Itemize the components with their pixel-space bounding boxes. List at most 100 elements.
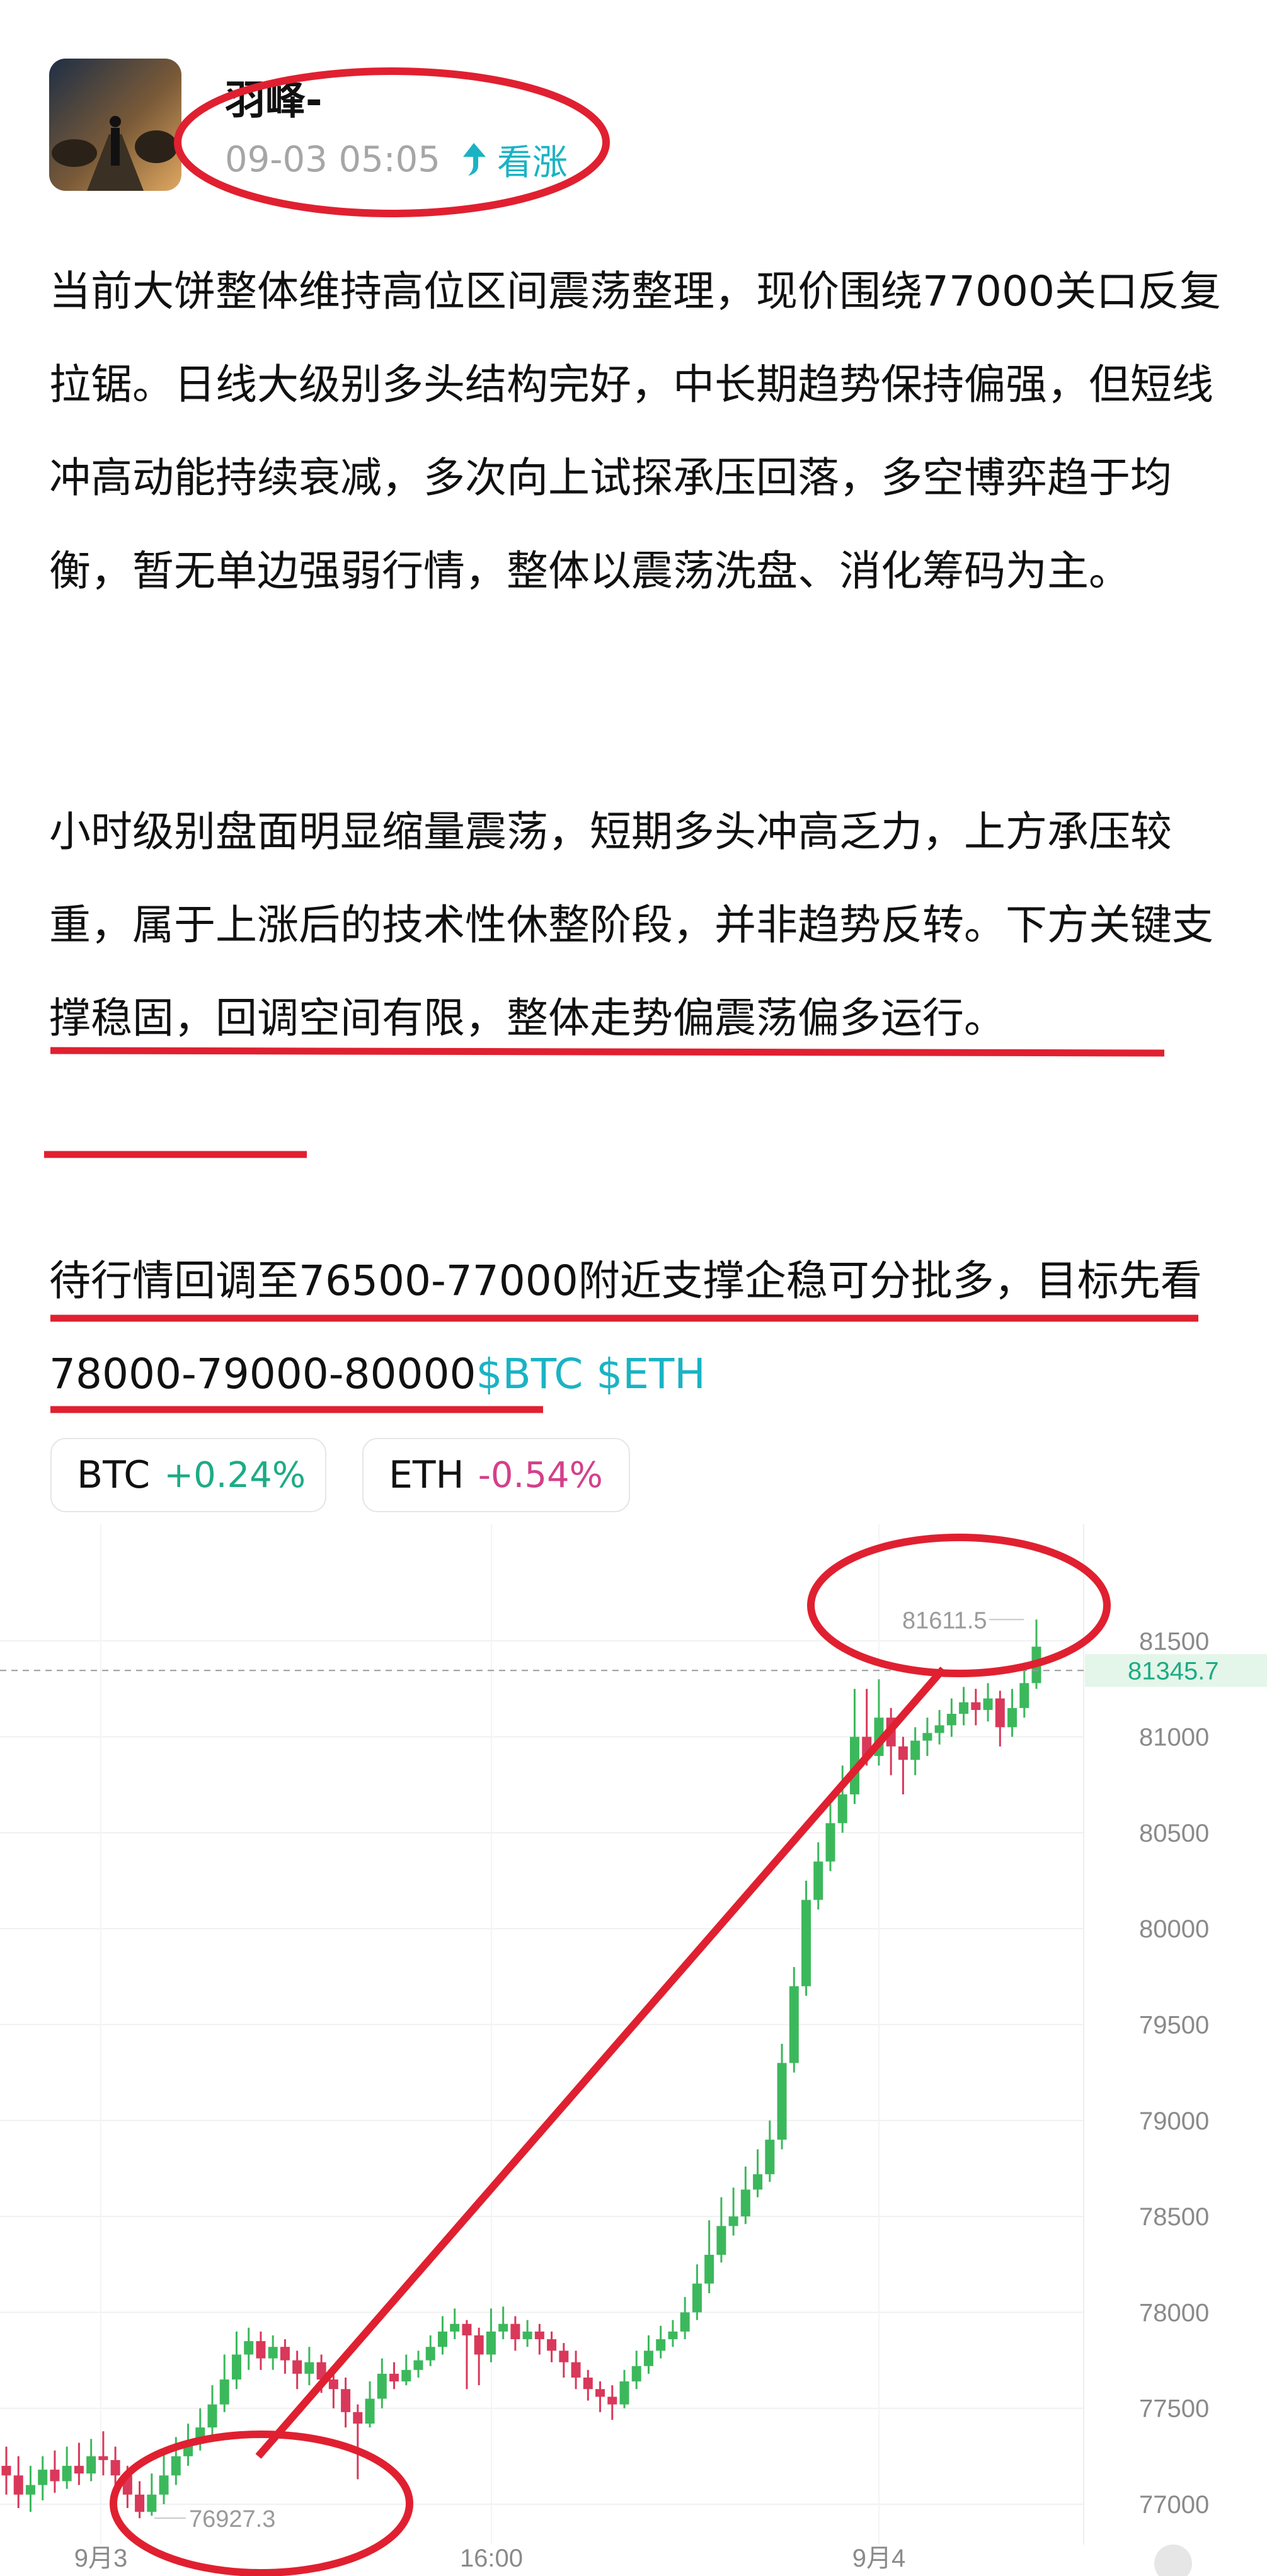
candle-body xyxy=(656,2339,666,2351)
candle-body xyxy=(62,2466,72,2482)
candle-body xyxy=(510,2323,520,2340)
candle-body xyxy=(244,2341,254,2355)
candle-body xyxy=(765,2140,775,2175)
candle-body xyxy=(498,2323,508,2332)
candle-body xyxy=(292,2360,302,2374)
post-time: 09-03 05:05 xyxy=(225,139,440,180)
paragraph-3: 待行情回调至76500-77000附近支撑企稳可分批多，目标先看78000-79… xyxy=(49,1234,1221,1421)
y-tick-label: 79000 xyxy=(1139,2107,1209,2135)
low-price-label: 76927.3 xyxy=(189,2506,275,2533)
candle-body xyxy=(25,2485,35,2495)
candle-body xyxy=(534,2331,544,2340)
candle-body xyxy=(886,1718,896,1747)
candle-body xyxy=(50,2470,60,2482)
candle-body xyxy=(983,1698,993,1710)
candle-body xyxy=(777,2063,787,2140)
candle-body xyxy=(837,1794,847,1823)
candle-body xyxy=(401,2369,411,2382)
candle-body xyxy=(1,2466,11,2476)
eth-chip[interactable]: ETH -0.54% xyxy=(362,1438,630,1512)
y-tick-label: 81500 xyxy=(1139,1627,1209,1655)
candle-body xyxy=(1031,1646,1041,1684)
candle-body xyxy=(849,1736,859,1794)
candle-body xyxy=(1007,1707,1018,1728)
candle-body xyxy=(304,2362,314,2374)
candle-body xyxy=(946,1714,956,1726)
candle-body xyxy=(571,2362,581,2378)
candle-body xyxy=(643,2351,653,2366)
candle-body xyxy=(813,1861,823,1900)
high-price-label: 81611.5 xyxy=(902,1607,987,1634)
y-tick-label: 77000 xyxy=(1139,2491,1209,2519)
candle-body xyxy=(365,2398,375,2424)
eth-change: -0.54% xyxy=(478,1454,603,1496)
candle-body xyxy=(753,2174,763,2190)
candle-body xyxy=(607,2396,617,2405)
price-chart[interactable]: 77000 77500 78000 78500 79000 79500 80000 80500… xyxy=(0,1524,1267,2576)
btc-chip[interactable]: BTC +0.24% xyxy=(50,1438,326,1512)
y-tick-label: 78500 xyxy=(1139,2203,1209,2231)
avatar[interactable] xyxy=(49,59,181,191)
post-meta: 09-03 05:05 看涨 xyxy=(225,137,568,183)
candle-body xyxy=(13,2475,23,2495)
candle-body xyxy=(583,2377,593,2390)
y-tick-label: 81000 xyxy=(1139,1724,1209,1752)
sentiment-label: 看涨 xyxy=(496,142,568,183)
candle-body xyxy=(171,2456,181,2476)
candle-body xyxy=(74,2466,84,2474)
candle-body xyxy=(462,2323,472,2335)
candle-body xyxy=(559,2351,569,2362)
candle-body xyxy=(316,2362,326,2380)
paragraph-1: 当前大饼整体维持高位区间震荡整理，现价围绕77000关口反复拉锯。日线大级别多头… xyxy=(49,267,1221,595)
candle-body xyxy=(595,2389,605,2397)
candle-body xyxy=(486,2331,496,2355)
candle-body xyxy=(971,1702,981,1710)
candle-body xyxy=(280,2347,290,2361)
btc-symbol: BTC xyxy=(77,1453,151,1497)
y-tick-label: 80500 xyxy=(1139,1820,1209,1847)
candle-body xyxy=(207,2404,217,2428)
candle-body xyxy=(231,2354,241,2380)
ticker-links[interactable]: $BTC $ETH xyxy=(476,1350,706,1398)
candle-body xyxy=(728,2216,738,2226)
candle-body xyxy=(474,2335,484,2355)
candle-body xyxy=(256,2341,266,2359)
paragraph-2: 小时级别盘面明显缩量震荡，短期多头冲高乏力，上方承压较重，属于上涨后的技术性休整… xyxy=(49,807,1213,1042)
candle-body xyxy=(38,2470,48,2485)
candle-body xyxy=(862,1736,872,1757)
candle-body xyxy=(122,2475,132,2495)
candle-body xyxy=(692,2283,702,2313)
current-price-label: 81345.7 xyxy=(1128,1657,1219,1685)
x-tick-label: 16:00 xyxy=(460,2545,523,2572)
candle-body xyxy=(98,2456,108,2460)
x-tick-label: 9月4 xyxy=(852,2545,906,2572)
candle-body xyxy=(425,2347,435,2361)
author-name[interactable]: 羽峰- xyxy=(225,68,323,126)
candle-body xyxy=(898,1746,908,1760)
candle-body xyxy=(801,1900,811,1986)
candle-body xyxy=(413,2360,423,2370)
candle-body xyxy=(377,2373,387,2399)
candle-body xyxy=(522,2331,532,2340)
candle-body xyxy=(825,1823,835,1862)
candle-body xyxy=(328,2379,338,2390)
candle-body xyxy=(1019,1683,1029,1708)
candle-body xyxy=(341,2389,351,2412)
candle-body xyxy=(789,1986,799,2063)
candle-body xyxy=(874,1718,884,1757)
candle-body xyxy=(195,2427,205,2441)
candle-body xyxy=(995,1698,1005,1728)
candle-body xyxy=(631,2366,641,2382)
candle-body xyxy=(668,2331,678,2340)
y-tick-label: 80000 xyxy=(1139,1915,1209,1943)
candle-body xyxy=(389,2373,399,2382)
candle-body xyxy=(922,1733,932,1741)
candle-body xyxy=(183,2441,193,2456)
eth-symbol: ETH xyxy=(389,1453,464,1497)
candle-body xyxy=(450,2323,460,2332)
candle-body xyxy=(135,2494,145,2512)
candle-body xyxy=(219,2379,229,2405)
candle-body xyxy=(704,2255,714,2284)
candle-body xyxy=(619,2381,629,2405)
y-tick-label: 77500 xyxy=(1139,2395,1209,2423)
